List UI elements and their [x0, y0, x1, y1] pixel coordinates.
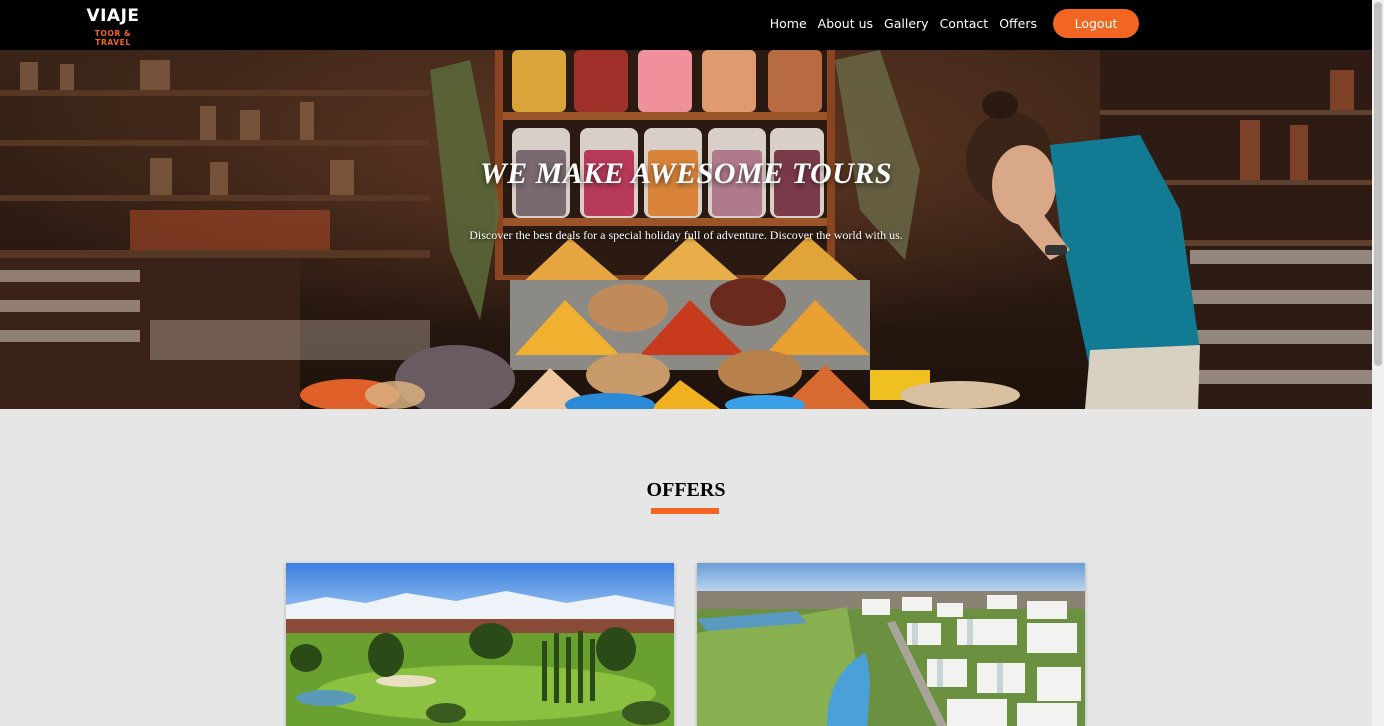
hero-title: WE MAKE AWESOME TOURS [479, 157, 893, 190]
offer-image-golf-course [286, 563, 674, 726]
hero-banner: WE MAKE AWESOME TOURS Discover the best … [0, 50, 1372, 409]
brand-logo[interactable]: VIAJE TOOR & TRAVEL [78, 6, 148, 47]
nav-link-contact[interactable]: Contact [940, 16, 989, 31]
nav-link-about-us[interactable]: About us [818, 16, 873, 31]
offers-title-underline [651, 508, 719, 514]
brand-tagline: TOOR & TRAVEL [94, 29, 132, 47]
nav-menu: Home About us Gallery Contact Offers [770, 16, 1037, 31]
logout-button[interactable]: Logout [1053, 9, 1139, 38]
offer-card[interactable] [286, 563, 674, 726]
nav-link-offers[interactable]: Offers [999, 16, 1037, 31]
navbar: VIAJE TOOR & TRAVEL Home About us Galler… [0, 0, 1372, 50]
page-scrollbar[interactable] [1372, 0, 1384, 726]
nav-link-gallery[interactable]: Gallery [884, 16, 929, 31]
offer-card[interactable] [697, 563, 1085, 726]
scrollbar-thumb[interactable] [1374, 2, 1382, 366]
offer-image-resort-aerial [697, 563, 1085, 726]
nav-link-home[interactable]: Home [770, 16, 807, 31]
hero-subtitle: Discover the best deals for a special ho… [469, 228, 903, 242]
brand-name: VIAJE [86, 6, 140, 26]
offers-section-title: OFFERS [646, 479, 726, 501]
